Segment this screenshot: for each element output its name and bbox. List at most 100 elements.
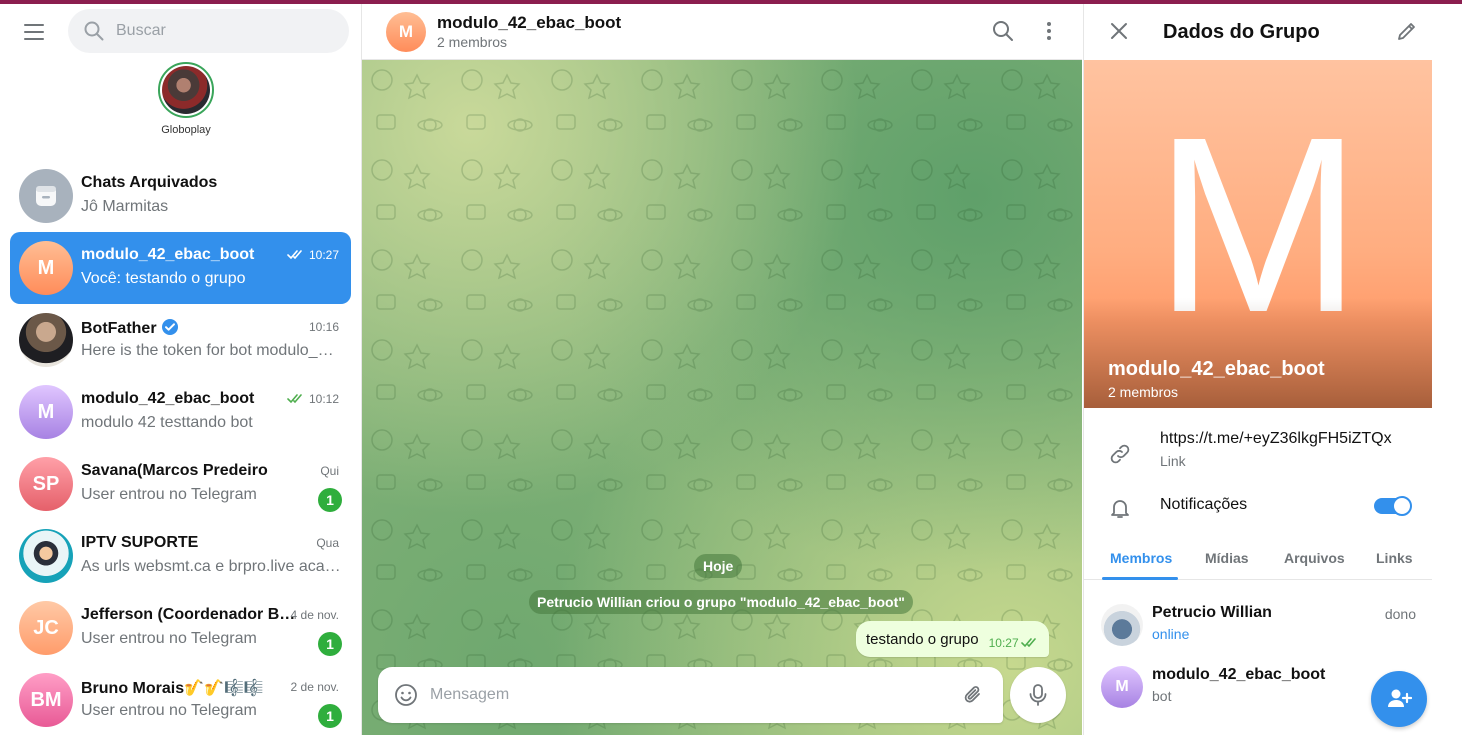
conversation-panel: M modulo_42_ebac_boot 2 membros Hoje Pet… — [362, 4, 1082, 735]
telegram-app: Globoplay Chats Arquivados Jô Marmitas M… — [0, 4, 1462, 735]
chat-time: 10:16 — [308, 320, 339, 334]
message-input[interactable] — [430, 667, 950, 723]
chat-time: 10:27 — [287, 248, 339, 262]
chat-item-jefferson[interactable]: JC Jefferson (Coordenador B… User entrou… — [10, 592, 351, 664]
info-header: Dados do Grupo — [1084, 4, 1442, 60]
double-check-icon — [287, 394, 302, 404]
close-icon — [1111, 23, 1127, 39]
avatar: JC — [19, 601, 73, 655]
chat-item-bruno-morais[interactable]: BM Bruno Morais🎷🎷🎼🎼 User entrou no Teleg… — [10, 664, 351, 735]
message-meta: 10:27 — [989, 636, 1039, 650]
chat-preview: User entrou no Telegram — [81, 630, 257, 647]
chat-time: 4 de nov. — [290, 608, 339, 622]
right-edge — [1441, 4, 1462, 735]
info-title: Dados do Grupo — [1163, 21, 1320, 43]
chat-item-botfather[interactable]: BotFather Here is the token for bot modu… — [10, 304, 351, 376]
chat-member-count: 2 membros — [437, 34, 508, 50]
member-status: online — [1152, 626, 1190, 642]
member-role: dono — [1384, 606, 1416, 622]
edit-group-button[interactable] — [1396, 20, 1418, 47]
chat-name: BotFather — [81, 318, 179, 338]
search-box[interactable] — [68, 9, 349, 53]
tab-members[interactable]: Membros — [1110, 550, 1172, 566]
chat-list: Chats Arquivados Jô Marmitas M modulo_42… — [10, 160, 351, 735]
chat-name: Savana(Marcos Predeiro — [81, 462, 268, 479]
add-user-icon — [1388, 689, 1412, 707]
search-input[interactable] — [116, 9, 336, 53]
chat-search-button[interactable] — [992, 20, 1014, 47]
chat-item-savana[interactable]: SP Savana(Marcos Predeiro User entrou no… — [10, 448, 351, 520]
chat-background: Hoje Petrucio Willian criou o grupo "mod… — [362, 60, 1082, 735]
media-tabs: Membros Mídias Arquivos Links — [1084, 540, 1432, 580]
link-label: Link — [1160, 453, 1186, 469]
chat-preview: User entrou no Telegram — [81, 486, 257, 503]
message-text: testando o grupo — [866, 630, 979, 648]
unread-badge: 1 — [318, 488, 342, 512]
attach-button[interactable] — [961, 683, 985, 712]
link-row[interactable]: https://t.me/+eyZ36lkgFH5iZTQx Link — [1084, 430, 1432, 476]
voice-record-button[interactable] — [1010, 667, 1066, 723]
unread-badge: 1 — [318, 704, 342, 728]
chat-name: modulo_42_ebac_boot — [81, 390, 255, 407]
notifications-toggle[interactable] — [1374, 496, 1412, 516]
more-vertical-icon — [1047, 22, 1051, 40]
member-row[interactable]: Petrucio Willian online dono — [1084, 600, 1432, 656]
story-label: Globoplay — [161, 124, 211, 136]
chat-name: IPTV SUPORTE — [81, 534, 199, 551]
invite-link[interactable]: https://t.me/+eyZ36lkgFH5iZTQx — [1160, 430, 1392, 448]
chat-time-text: 10:12 — [308, 392, 339, 406]
message-composer — [378, 667, 1003, 723]
archive-avatar — [19, 169, 73, 223]
date-chip: Hoje — [694, 554, 743, 578]
more-options-button[interactable] — [1038, 20, 1060, 47]
member-name: Petrucio Willian — [1152, 604, 1272, 621]
outgoing-message[interactable]: testando o grupo 10:27 — [856, 621, 1049, 657]
chat-preview: Você: testando o grupo — [81, 270, 246, 287]
chat-name: Chats Arquivados — [81, 174, 218, 191]
avatar: SP — [19, 457, 73, 511]
tab-media[interactable]: Mídias — [1205, 550, 1249, 566]
search-icon — [84, 21, 104, 41]
tab-files[interactable]: Arquivos — [1284, 550, 1345, 566]
group-info-panel: Dados do Grupo M modulo_42_ebac_boot 2 m… — [1083, 4, 1441, 735]
avatar: M — [19, 241, 73, 295]
chat-preview: modulo 42 testtando bot — [81, 414, 253, 431]
chat-item-modulo-42[interactable]: M modulo_42_ebac_boot modulo 42 testtand… — [10, 376, 351, 448]
story-avatar — [162, 66, 210, 114]
chat-time: 10:12 — [287, 392, 339, 406]
chat-time-text: 10:27 — [308, 248, 339, 262]
chat-name-text: BotFather — [81, 320, 157, 337]
story-item[interactable]: Globoplay — [156, 62, 216, 136]
double-check-icon — [1020, 638, 1036, 648]
group-cover: M modulo_42_ebac_boot 2 membros — [1084, 60, 1432, 408]
paperclip-icon — [964, 686, 980, 703]
tab-links[interactable]: Links — [1376, 550, 1413, 566]
pencil-icon — [1398, 23, 1415, 40]
group-name: modulo_42_ebac_boot — [1108, 358, 1325, 380]
search-icon — [993, 21, 1013, 41]
service-message: Petrucio Willian criou o grupo "modulo_4… — [529, 590, 913, 614]
add-member-button[interactable] — [1371, 671, 1427, 727]
chat-preview: User entrou no Telegram — [81, 702, 257, 719]
chat-item-archived[interactable]: Chats Arquivados Jô Marmitas — [10, 160, 351, 232]
menu-button[interactable] — [18, 15, 52, 49]
emoji-button[interactable] — [394, 683, 418, 712]
chat-avatar[interactable]: M — [386, 12, 426, 52]
chat-time: Qui — [320, 464, 339, 478]
unread-badge: 1 — [318, 632, 342, 656]
story-ring — [158, 62, 214, 118]
chat-header[interactable]: M modulo_42_ebac_boot 2 membros — [362, 4, 1082, 60]
avatar: BM — [19, 673, 73, 727]
verified-icon — [161, 318, 179, 336]
chat-item-iptv-suporte[interactable]: IPTV SUPORTE As urls websmt.ca e brpro.l… — [10, 520, 351, 592]
microphone-icon — [1029, 684, 1047, 706]
active-tab-indicator — [1102, 577, 1178, 580]
close-info-button[interactable] — [1108, 20, 1130, 47]
chat-name: Bruno Morais🎷🎷🎼🎼 — [81, 680, 264, 697]
chat-title[interactable]: modulo_42_ebac_boot — [437, 13, 621, 33]
notifications-row[interactable]: Notificações — [1084, 496, 1432, 526]
archive-icon — [36, 186, 56, 206]
chat-item-modulo-42-active[interactable]: M modulo_42_ebac_boot Você: testando o g… — [10, 232, 351, 304]
link-icon — [1108, 442, 1132, 471]
chat-list-sidebar: Globoplay Chats Arquivados Jô Marmitas M… — [0, 4, 362, 735]
